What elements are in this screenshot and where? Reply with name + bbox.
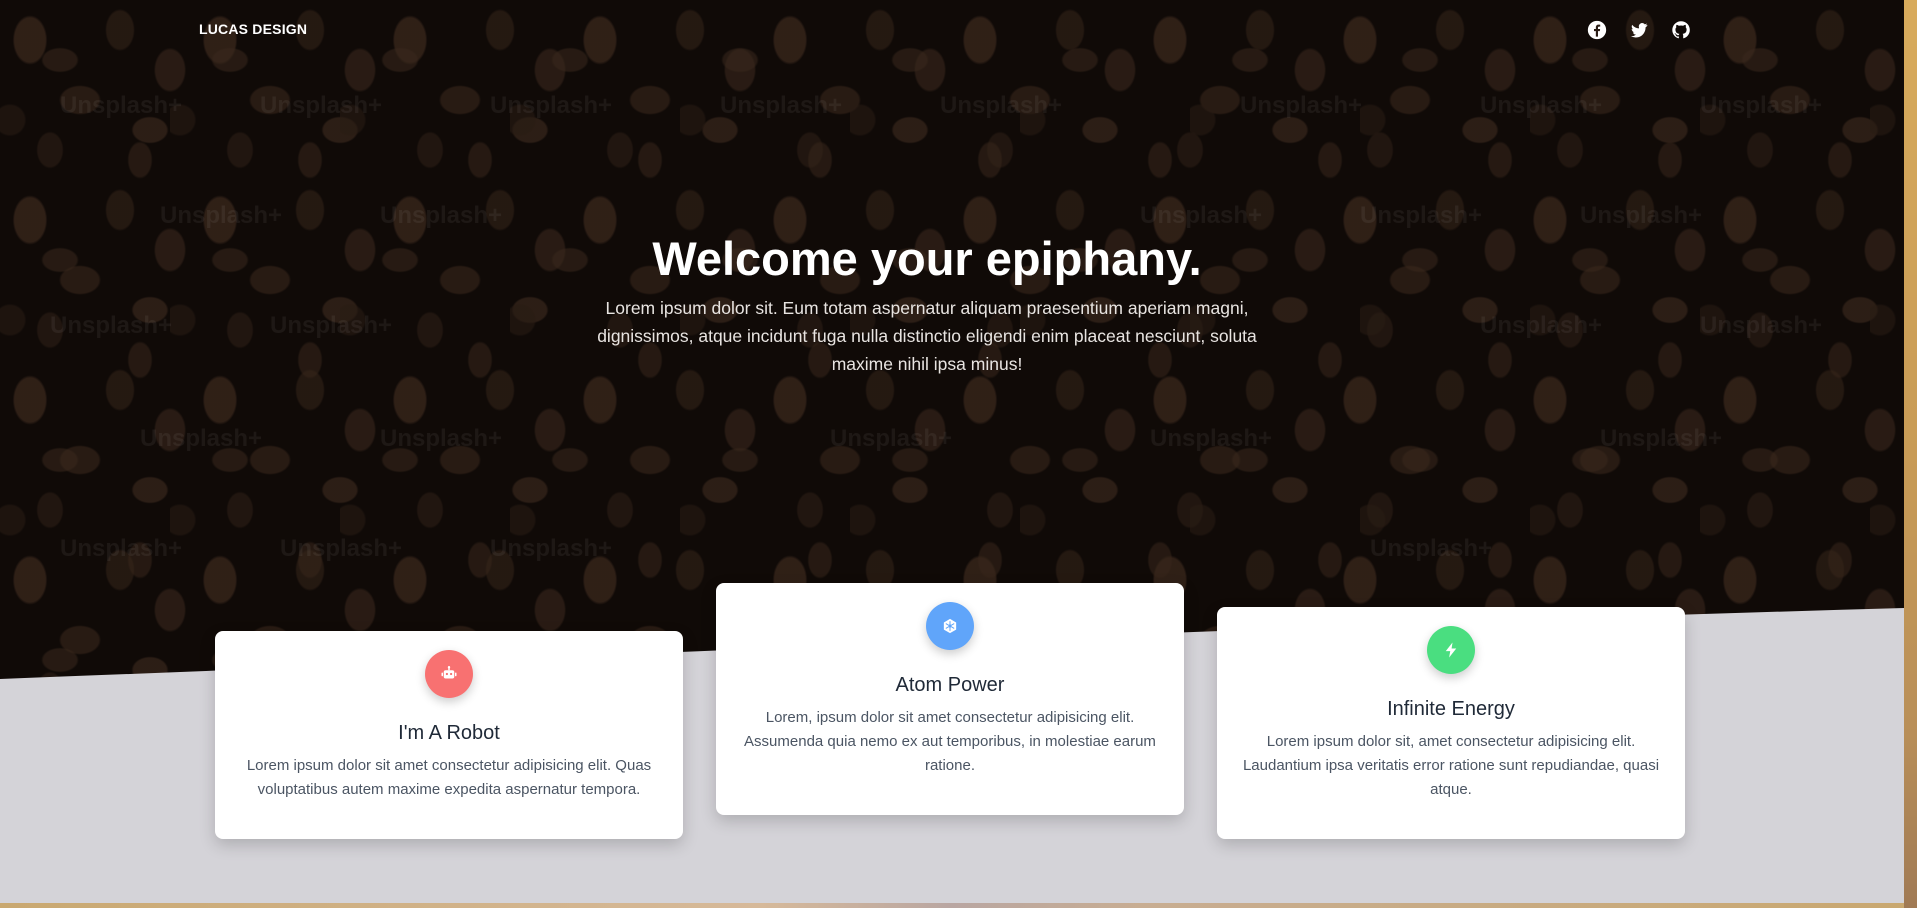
unsplash-watermark: Unsplash+ (380, 202, 503, 229)
unsplash-watermark: Unsplash+ (1150, 425, 1273, 452)
unsplash-watermark: Unsplash+ (1370, 535, 1493, 562)
top-navbar: LUCAS DESIGN (0, 0, 1904, 60)
unsplash-watermark: Unsplash+ (1240, 92, 1363, 119)
unsplash-watermark: Unsplash+ (380, 425, 503, 452)
twitter-icon[interactable] (1629, 20, 1649, 40)
brand-logo[interactable]: LUCAS DESIGN (199, 21, 307, 37)
github-icon[interactable] (1671, 20, 1691, 40)
desktop-background-strip (1904, 0, 1917, 908)
hero-subtitle: Lorem ipsum dolor sit. Eum totam asperna… (597, 298, 1257, 374)
unsplash-watermark: Unsplash+ (1140, 202, 1263, 229)
card-text: Lorem ipsum dolor sit amet consectetur a… (246, 757, 652, 798)
unsplash-watermark: Unsplash+ (140, 425, 263, 452)
unsplash-watermark: Unsplash+ (830, 425, 953, 452)
unsplash-watermark: Unsplash+ (1480, 92, 1603, 119)
unsplash-watermark: Unsplash+ (1700, 92, 1823, 119)
desktop-background-bottom (0, 903, 1904, 908)
feature-icon-badge (425, 650, 473, 698)
landing-page: Unsplash+ Unsplash+ Unsplash+ Unsplash+ … (0, 0, 1904, 903)
unsplash-watermark: Unsplash+ (1360, 202, 1483, 229)
facebook-icon[interactable] (1587, 20, 1607, 40)
robot-icon (440, 665, 458, 683)
unsplash-watermark: Unsplash+ (1580, 202, 1703, 229)
feature-card-energy: Infinite Energy Lorem ipsum dolor sit, a… (1217, 607, 1685, 839)
card-title: Infinite Energy (1387, 698, 1515, 720)
bolt-icon (1442, 641, 1460, 659)
unsplash-watermark: Unsplash+ (1600, 425, 1723, 452)
card-text: Lorem ipsum dolor sit, amet consectetur … (1242, 733, 1660, 798)
card-title: Atom Power (895, 674, 1005, 696)
unsplash-watermark: Unsplash+ (720, 92, 843, 119)
feature-icon-badge (1427, 626, 1475, 674)
card-text: Lorem, ipsum dolor sit amet consectetur … (744, 709, 1156, 774)
unsplash-watermark: Unsplash+ (490, 92, 613, 119)
unsplash-watermark: Unsplash+ (160, 202, 283, 229)
feature-card-atom: Atom Power Lorem, ipsum dolor sit amet c… (716, 583, 1184, 815)
feature-card-robot: I'm A Robot Lorem ipsum dolor sit amet c… (215, 631, 683, 839)
hero-content: Welcome your epiphany. Lorem ipsum dolor… (0, 228, 1854, 378)
unsplash-watermark: Unsplash+ (280, 535, 403, 562)
atom-icon (941, 617, 959, 635)
unsplash-watermark: Unsplash+ (60, 92, 183, 119)
feature-icon-badge (926, 602, 974, 650)
unsplash-watermark: Unsplash+ (490, 535, 613, 562)
card-title: I'm A Robot (398, 722, 500, 744)
hero-title: Welcome your epiphany. (652, 232, 1202, 285)
unsplash-watermark: Unsplash+ (260, 92, 383, 119)
unsplash-watermark: Unsplash+ (940, 92, 1063, 119)
unsplash-watermark: Unsplash+ (60, 535, 183, 562)
